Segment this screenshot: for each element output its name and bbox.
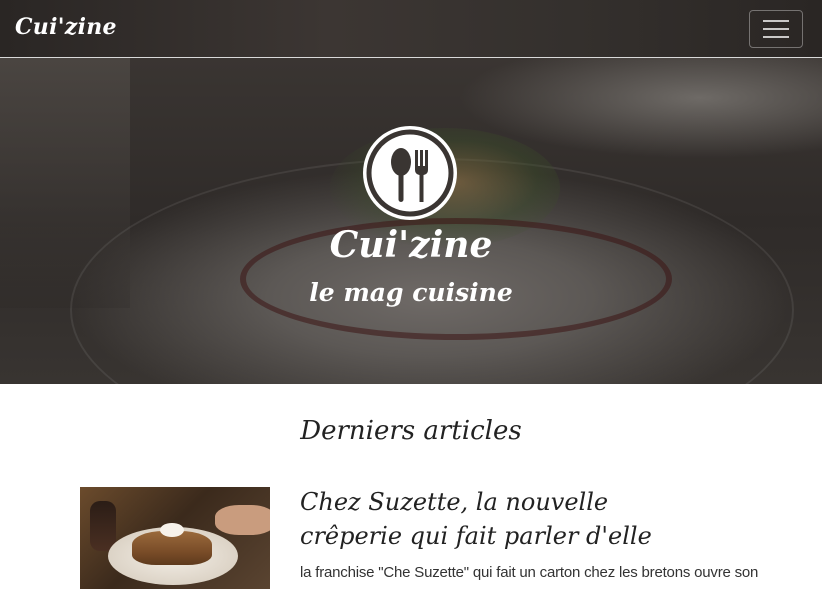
navbar: Cui'zine — [0, 0, 822, 58]
hero-title: Cui'zine — [329, 224, 493, 266]
article-title-line-2: crêperie qui fait parler d'elle — [300, 522, 652, 550]
hero-banner: Cui'zine le mag cuisine — [0, 58, 822, 384]
hamburger-menu-icon — [763, 20, 789, 38]
hero-logo — [363, 126, 457, 220]
spoon-fork-icon — [366, 129, 454, 217]
brand-logo-link[interactable]: Cui'zine — [15, 14, 117, 40]
article-thumbnail[interactable] — [80, 487, 270, 589]
hero-subtitle: le mag cuisine — [309, 278, 513, 307]
thumbnail-cream — [160, 523, 184, 537]
thumbnail-hand — [215, 505, 270, 535]
latest-articles-heading: Derniers articles — [300, 416, 522, 446]
article-title-link[interactable]: Chez Suzette, la nouvelle crêperie qui f… — [300, 485, 800, 553]
article-excerpt: la franchise "Che Suzette" qui fait un c… — [300, 564, 759, 581]
thumbnail-bottle — [90, 501, 116, 551]
article-title-line-1: Chez Suzette, la nouvelle — [300, 488, 609, 516]
menu-toggle-button[interactable] — [749, 10, 803, 48]
